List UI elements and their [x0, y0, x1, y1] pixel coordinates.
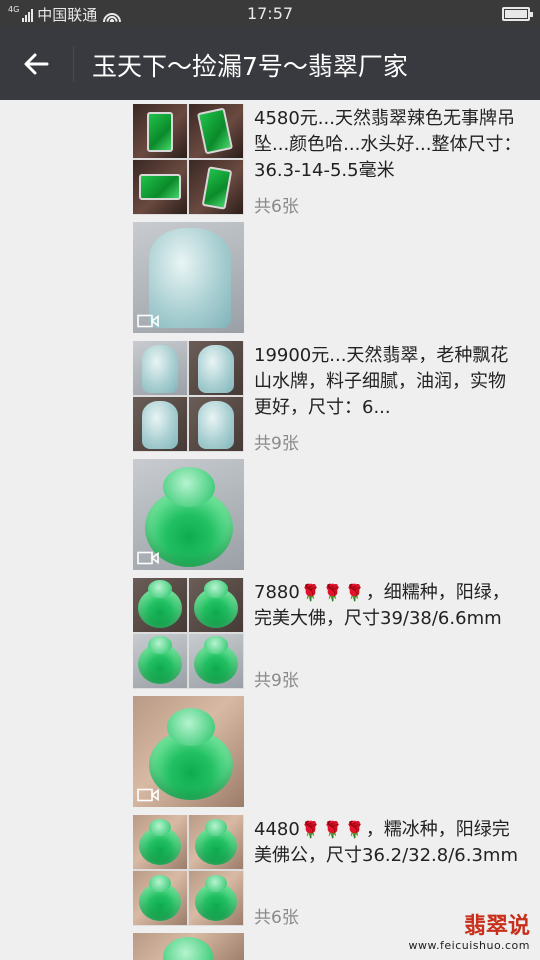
status-bar: 4G 中国联通 17:57 [0, 0, 540, 28]
watermark-title: 翡翠说 [463, 914, 530, 939]
video-item[interactable] [133, 696, 533, 808]
post-caption: 7880🌹 🌹 🌹，细糯种，阳绿，完美大佛，尺寸39/38/6.6mm [254, 582, 510, 629]
photo-cell [189, 160, 243, 214]
photo-count: 共9张 [254, 671, 299, 691]
photo-grid-thumbnail[interactable] [133, 578, 244, 689]
video-thumbnail[interactable] [133, 696, 244, 807]
post-caption: 4480🌹 🌹 🌹，糯冰种，阳绿完美佛公，尺寸36.2/32.8/6.3mm [254, 819, 518, 866]
video-thumbnail[interactable] [133, 222, 244, 333]
photo-cell [189, 634, 243, 688]
post-item[interactable]: 7880🌹 🌹 🌹，细糯种，阳绿，完美大佛，尺寸39/38/6.6mm 共9张 [133, 578, 533, 693]
video-thumbnail[interactable] [133, 459, 244, 570]
title-bar: 玉天下～捡漏7号～翡翠厂家 [0, 28, 540, 100]
photo-grid-thumbnail[interactable] [133, 104, 244, 215]
photo-cell [133, 815, 187, 869]
photo-cell [189, 341, 243, 395]
video-icon [137, 314, 159, 328]
back-button[interactable] [0, 28, 72, 100]
watermark-url: www.feicuishuo.com [408, 939, 530, 952]
album-feed[interactable]: 4580元...天然翡翠辣色无事牌吊坠...颜色哈...水头好...整体尺寸：3… [0, 100, 540, 960]
photo-grid-thumbnail[interactable] [133, 815, 244, 926]
video-icon [137, 788, 159, 802]
rose-emoji-icon: 🌹 [300, 583, 321, 602]
photo-count: 共6张 [254, 908, 299, 928]
photo-cell [133, 634, 187, 688]
post-item[interactable]: 19900元...天然翡翠，老种飘花山水牌，料子细腻，油润，实物更好，尺寸：6.… [133, 341, 533, 456]
battery-icon [502, 7, 533, 21]
video-thumbnail[interactable] [133, 933, 244, 960]
photo-cell [133, 871, 187, 925]
video-item[interactable] [133, 459, 533, 571]
title-divider [73, 46, 74, 82]
rose-emoji-icon: 🌹 [322, 583, 343, 602]
rose-emoji-icon: 🌹 [322, 820, 343, 839]
post-item[interactable]: 4480🌹 🌹 🌹，糯冰种，阳绿完美佛公，尺寸36.2/32.8/6.3mm 共6张 [133, 815, 533, 930]
photo-cell [189, 871, 243, 925]
watermark-logo: 翡翠说 www.feicuishuo.com [408, 914, 530, 953]
photo-cell [189, 815, 243, 869]
photo-cell [133, 160, 187, 214]
video-icon [137, 551, 159, 565]
photo-cell [133, 397, 187, 451]
post-item[interactable]: 4580元...天然翡翠辣色无事牌吊坠...颜色哈...水头好...整体尺寸：3… [133, 104, 533, 219]
photo-cell [189, 397, 243, 451]
rose-emoji-icon: 🌹 [300, 820, 321, 839]
photo-count: 共9张 [254, 434, 299, 454]
photo-count: 共6张 [254, 197, 299, 217]
page-title: 玉天下～捡漏7号～翡翠厂家 [92, 52, 408, 81]
post-caption: 4580元...天然翡翠辣色无事牌吊坠...颜色哈...水头好...整体尺寸：3… [254, 108, 522, 181]
rose-emoji-icon: 🌹 [344, 583, 365, 602]
rose-emoji-icon: 🌹 [344, 820, 365, 839]
photo-grid-thumbnail[interactable] [133, 341, 244, 452]
photo-cell [133, 578, 187, 632]
video-item[interactable] [133, 222, 533, 334]
photo-cell [189, 578, 243, 632]
photo-cell [133, 341, 187, 395]
post-caption: 19900元...天然翡翠，老种飘花山水牌，料子细腻，油润，实物更好，尺寸：6.… [254, 345, 509, 418]
status-time: 17:57 [246, 4, 294, 23]
back-arrow-icon [24, 53, 49, 75]
photo-cell [189, 104, 243, 158]
photo-cell [133, 104, 187, 158]
